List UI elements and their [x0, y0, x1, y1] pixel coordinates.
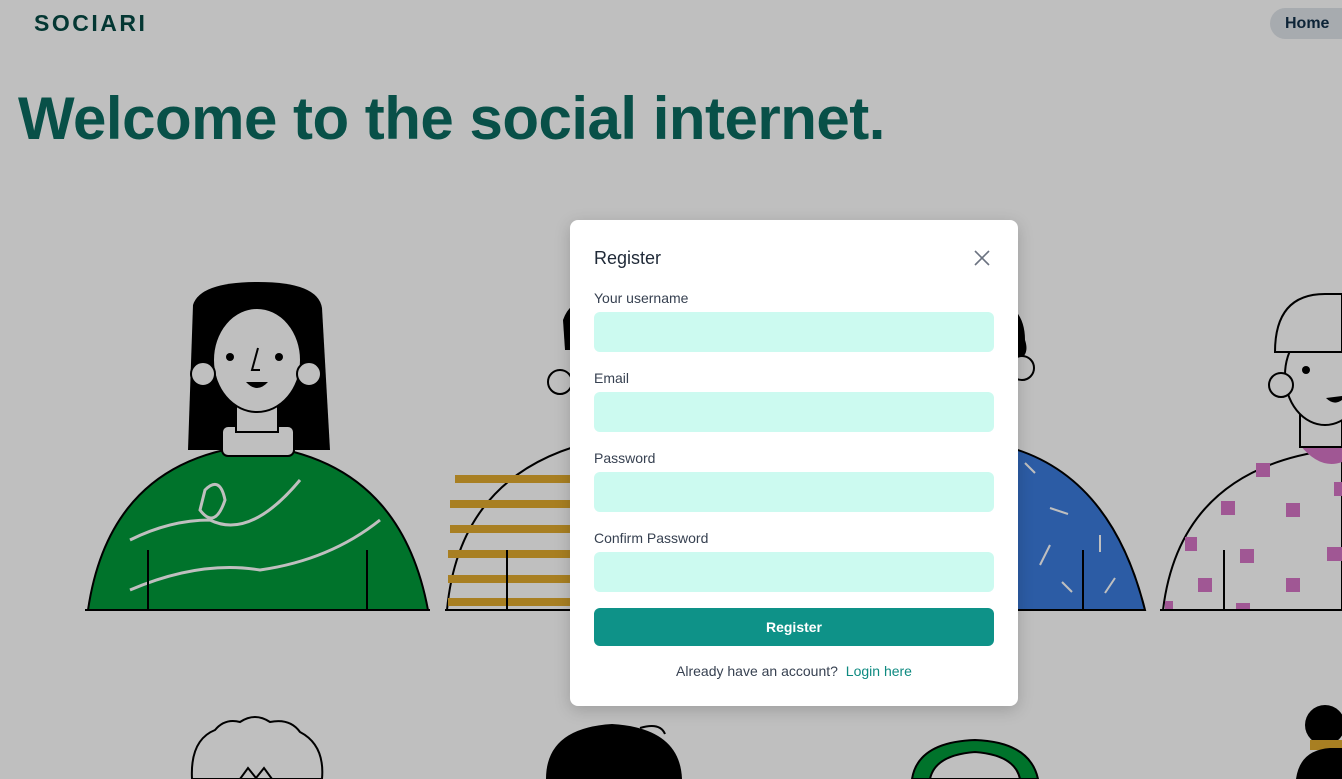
login-prompt-text: Already have an account? [676, 663, 838, 679]
email-label: Email [594, 370, 630, 386]
login-prompt: Already have an account? Login here [570, 663, 1018, 679]
password-label: Password [594, 450, 656, 466]
modal-title: Register [594, 248, 662, 268]
login-link[interactable]: Login here [846, 663, 912, 679]
confirm-password-input[interactable] [594, 552, 994, 592]
register-button[interactable]: Register [594, 608, 994, 646]
username-input[interactable] [594, 312, 994, 352]
password-input[interactable] [594, 472, 994, 512]
close-icon [974, 250, 990, 266]
register-modal: Register Your username Email Password Co… [570, 220, 1018, 706]
username-label: Your username [594, 290, 689, 306]
confirm-password-label: Confirm Password [594, 530, 709, 546]
email-input[interactable] [594, 392, 994, 432]
close-button[interactable] [970, 246, 994, 270]
